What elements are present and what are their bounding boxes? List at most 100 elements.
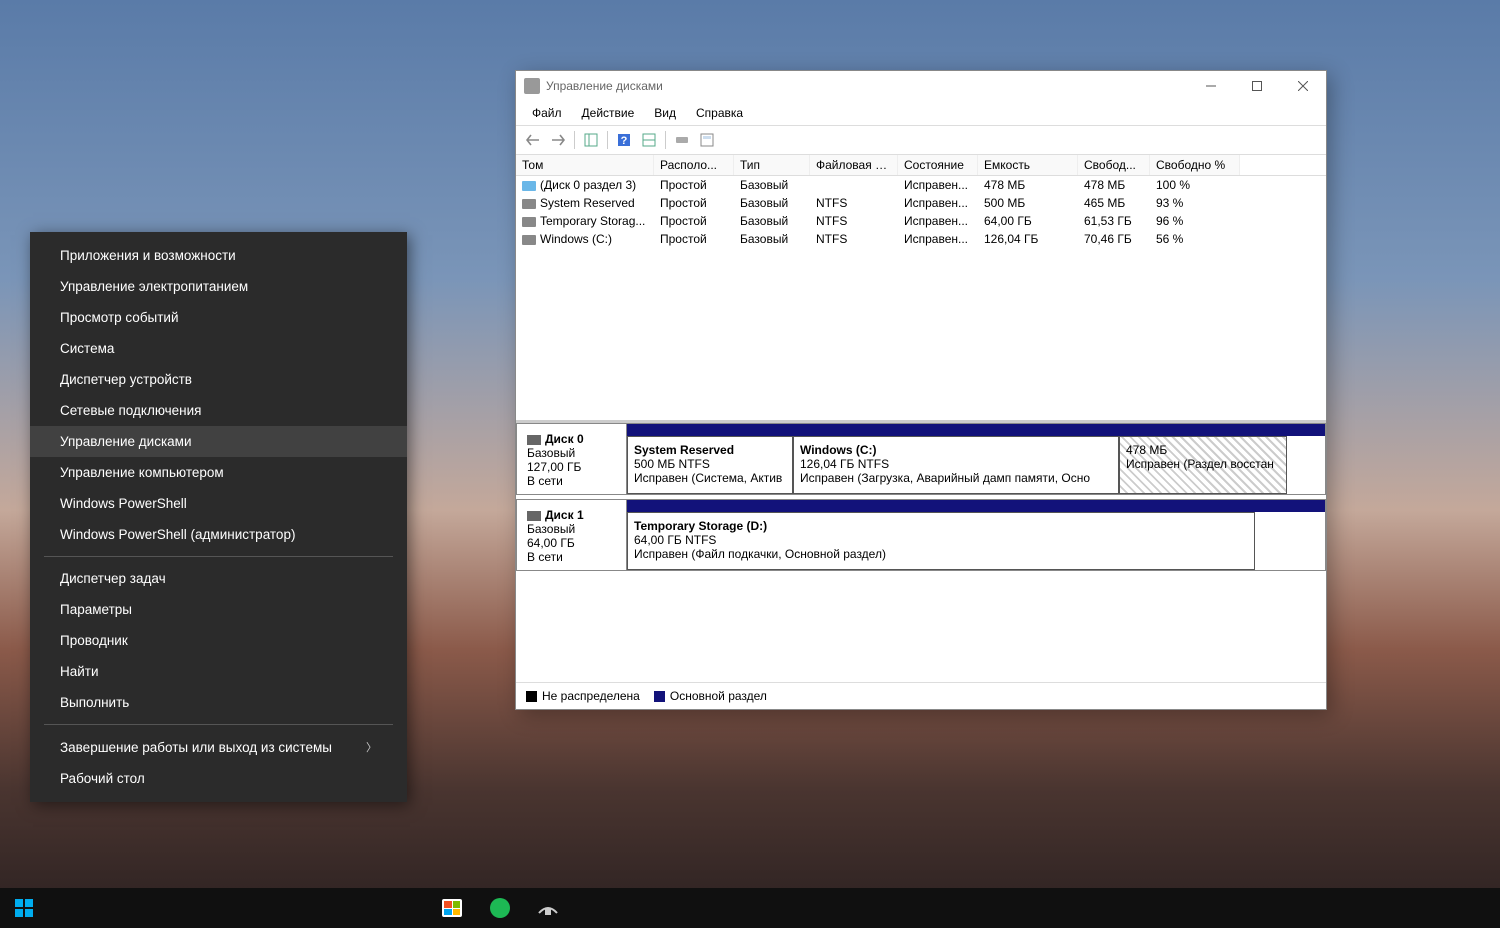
- partition[interactable]: 478 МБИсправен (Раздел восстан: [1119, 436, 1287, 494]
- winx-item[interactable]: Параметры: [30, 594, 407, 625]
- winx-item-label: Завершение работы или выход из системы: [60, 740, 332, 755]
- partition-title: System Reserved: [634, 443, 734, 457]
- back-button[interactable]: [522, 129, 544, 151]
- app-icon: [524, 78, 540, 94]
- disk-type: Базовый: [527, 522, 575, 536]
- disk-name: Диск 1: [545, 508, 584, 522]
- volume-status: Исправен...: [898, 194, 978, 212]
- volume-type: Базовый: [734, 230, 810, 248]
- partition[interactable]: System Reserved500 МБ NTFSИсправен (Сист…: [627, 436, 793, 494]
- winx-item[interactable]: Управление электропитанием: [30, 271, 407, 302]
- winx-item[interactable]: Выполнить: [30, 687, 407, 718]
- winx-item-label: Приложения и возможности: [60, 248, 236, 263]
- volume-icon: [522, 235, 536, 245]
- winx-item[interactable]: Приложения и возможности: [30, 240, 407, 271]
- disk-icon: [527, 435, 541, 445]
- winx-item[interactable]: Завершение работы или выход из системы 〉: [30, 731, 407, 763]
- col-free[interactable]: Свобод...: [1078, 155, 1150, 175]
- menubar: Файл Действие Вид Справка: [516, 101, 1326, 125]
- help-icon[interactable]: ?: [613, 129, 635, 151]
- toolbar-btn-1[interactable]: [580, 129, 602, 151]
- winx-item-label: Параметры: [60, 602, 132, 617]
- legend-unallocated: Не распределена: [542, 689, 640, 703]
- col-freepct[interactable]: Свободно %: [1150, 155, 1240, 175]
- volume-layout: Простой: [654, 176, 734, 194]
- winx-item[interactable]: Диспетчер задач: [30, 563, 407, 594]
- graphical-view[interactable]: Диск 0Базовый127,00 ГБВ сетиSystem Reser…: [516, 423, 1326, 682]
- winx-menu: Приложения и возможности Управление элект…: [30, 232, 407, 802]
- col-layout[interactable]: Располо...: [654, 155, 734, 175]
- menu-view[interactable]: Вид: [644, 104, 686, 122]
- winx-item-label: Проводник: [60, 633, 128, 648]
- maximize-button[interactable]: [1234, 71, 1280, 101]
- toolbar-btn-3[interactable]: [671, 129, 693, 151]
- toolbar-btn-4[interactable]: [696, 129, 718, 151]
- winx-item-label: Просмотр событий: [60, 310, 179, 325]
- legend-primary-icon: [654, 691, 665, 702]
- volume-row[interactable]: Temporary Storag...ПростойБазовыйNTFSИсп…: [516, 212, 1326, 230]
- menu-file[interactable]: Файл: [522, 104, 572, 122]
- volume-row[interactable]: (Диск 0 раздел 3) ПростойБазовый Исправен.…: [516, 176, 1326, 194]
- legend-unallocated-icon: [526, 691, 537, 702]
- taskbar-app-icon[interactable]: [524, 888, 572, 928]
- disk-label[interactable]: Диск 1Базовый64,00 ГБВ сети: [517, 500, 627, 570]
- col-capacity[interactable]: Емкость: [978, 155, 1078, 175]
- winx-item[interactable]: Найти: [30, 656, 407, 687]
- winx-item[interactable]: Рабочий стол: [30, 763, 407, 794]
- partition-line3: Исправен (Система, Актив: [634, 471, 782, 485]
- menu-action[interactable]: Действие: [572, 104, 645, 122]
- taskbar-spotify-icon[interactable]: [476, 888, 524, 928]
- volume-freepct: 100 %: [1150, 176, 1240, 194]
- forward-button[interactable]: [547, 129, 569, 151]
- winx-item-label: Windows PowerShell (администратор): [60, 527, 295, 542]
- volume-layout: Простой: [654, 194, 734, 212]
- partition-header-bar: [627, 424, 1325, 436]
- winx-item[interactable]: Windows PowerShell: [30, 488, 407, 519]
- partition[interactable]: Windows (C:)126,04 ГБ NTFSИсправен (Загр…: [793, 436, 1119, 494]
- winx-item[interactable]: Сетевые подключения: [30, 395, 407, 426]
- col-status[interactable]: Состояние: [898, 155, 978, 175]
- volume-freepct: 93 %: [1150, 194, 1240, 212]
- volume-name: (Диск 0 раздел 3): [540, 178, 636, 192]
- volume-free: 70,46 ГБ: [1078, 230, 1150, 248]
- winx-item-label: Рабочий стол: [60, 771, 145, 786]
- close-button[interactable]: [1280, 71, 1326, 101]
- col-fs[interactable]: Файловая с...: [810, 155, 898, 175]
- chevron-right-icon: 〉: [366, 739, 377, 755]
- winx-item-label: Диспетчер устройств: [60, 372, 192, 387]
- partition-line2: 478 МБ: [1126, 443, 1167, 457]
- partition-line2: 64,00 ГБ NTFS: [634, 533, 716, 547]
- winx-item[interactable]: Проводник: [30, 625, 407, 656]
- volume-row[interactable]: Windows (C:)ПростойБазовыйNTFSИсправен..…: [516, 230, 1326, 248]
- titlebar[interactable]: Управление дисками: [516, 71, 1326, 101]
- toolbar-btn-2[interactable]: [638, 129, 660, 151]
- volume-row[interactable]: System ReservedПростойБазовыйNTFSИсправе…: [516, 194, 1326, 212]
- winx-item[interactable]: Диспетчер устройств: [30, 364, 407, 395]
- menu-help[interactable]: Справка: [686, 104, 753, 122]
- winx-item[interactable]: Система: [30, 333, 407, 364]
- winx-item-label: Управление компьютером: [60, 465, 224, 480]
- winx-separator: [44, 724, 393, 725]
- volume-status: Исправен...: [898, 176, 978, 194]
- winx-item[interactable]: Управление дисками: [30, 426, 407, 457]
- minimize-button[interactable]: [1188, 71, 1234, 101]
- taskbar-store-icon[interactable]: [428, 888, 476, 928]
- winx-item[interactable]: Windows PowerShell (администратор): [30, 519, 407, 550]
- winx-item-label: Выполнить: [60, 695, 129, 710]
- volume-list[interactable]: Том Располо... Тип Файловая с... Состоян…: [516, 155, 1326, 423]
- volume-name: Temporary Storag...: [540, 214, 645, 228]
- winx-item-label: Сетевые подключения: [60, 403, 202, 418]
- disk-label[interactable]: Диск 0Базовый127,00 ГБВ сети: [517, 424, 627, 494]
- start-button[interactable]: [0, 888, 48, 928]
- col-type[interactable]: Тип: [734, 155, 810, 175]
- col-volume[interactable]: Том: [516, 155, 654, 175]
- volume-capacity: 126,04 ГБ: [978, 230, 1078, 248]
- volume-type: Базовый: [734, 176, 810, 194]
- volume-name: Windows (C:): [540, 232, 612, 246]
- volume-capacity: 64,00 ГБ: [978, 212, 1078, 230]
- volume-fs: NTFS: [810, 230, 898, 248]
- winx-item[interactable]: Управление компьютером: [30, 457, 407, 488]
- partition[interactable]: Temporary Storage (D:)64,00 ГБ NTFSИспра…: [627, 512, 1255, 570]
- winx-item-label: Управление электропитанием: [60, 279, 248, 294]
- winx-item[interactable]: Просмотр событий: [30, 302, 407, 333]
